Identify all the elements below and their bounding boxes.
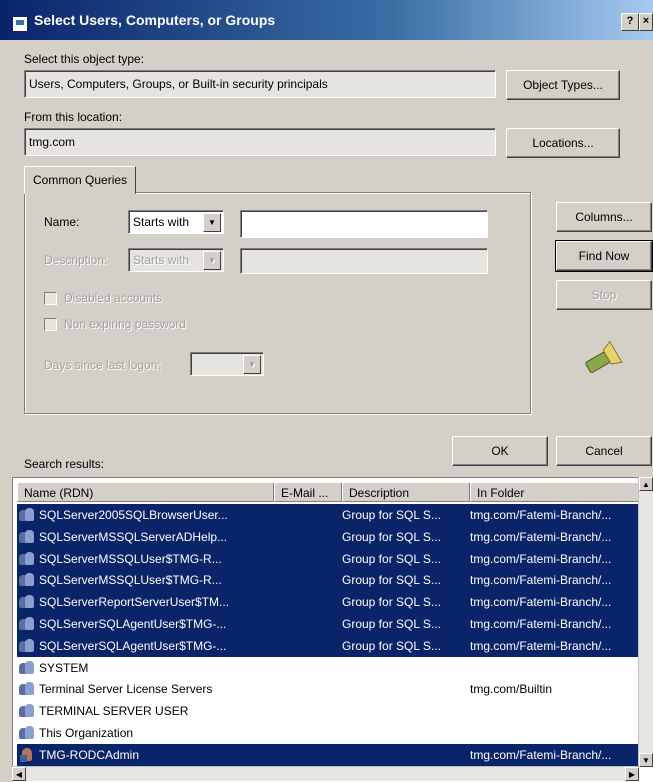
cell-folder: tmg.com/Fatemi-Branch/...	[470, 747, 612, 762]
user-icon	[19, 747, 35, 762]
group-icon	[19, 617, 35, 631]
cell-name: SQLServerMSSQLUser$TMG-R...	[39, 551, 222, 566]
object-types-button[interactable]: Object Types...	[506, 70, 620, 100]
cell-name: This Organization	[39, 726, 134, 740]
disabled-accounts-checkbox[interactable]	[44, 292, 57, 305]
description-label: Description:	[44, 253, 108, 267]
vertical-scrollbar[interactable]: ▲ ▼	[638, 477, 653, 767]
scroll-right-icon[interactable]: ▶	[625, 767, 639, 781]
search-flashlight-icon	[585, 340, 623, 373]
result-row[interactable]: This Organization	[17, 722, 645, 744]
days-since-logon-select[interactable]: ▼	[190, 352, 264, 376]
object-type-field: Users, Computers, Groups, or Built-in se…	[24, 70, 496, 98]
cell-folder: tmg.com/Fatemi-Branch/...	[470, 551, 612, 566]
non-expiring-checkbox[interactable]	[44, 318, 57, 331]
cell-description: Group for SQL S...	[342, 617, 441, 631]
result-row[interactable]: TMG-RODCAdmin tmg.com/Fatemi-Branch/...	[17, 743, 645, 766]
column-header-name[interactable]: Name (RDN)	[17, 482, 274, 502]
group-icon	[19, 595, 35, 609]
group-icon	[19, 682, 35, 696]
column-header-folder[interactable]: In Folder	[470, 482, 642, 502]
search-results-label: Search results:	[24, 457, 105, 471]
find-now-button[interactable]: Find Now	[555, 240, 653, 272]
cell-name: SQLServerSQLAgentUser$TMG-...	[39, 617, 227, 631]
cell-name: SQLServerMSSQLServerADHelp...	[39, 529, 228, 544]
result-row[interactable]: SQLServerReportServerUser$TM... Group for…	[17, 591, 645, 614]
search-results-list[interactable]: Name (RDN) E-Mail ... Description In Fol…	[12, 477, 653, 782]
help-button[interactable]: ?	[621, 13, 639, 31]
ok-button[interactable]: OK	[452, 436, 548, 466]
locations-button[interactable]: Locations...	[506, 128, 620, 158]
non-expiring-label: Non expiring password	[64, 317, 187, 331]
cell-name: SQLServerReportServerUser$TM...	[39, 595, 230, 610]
location-label: From this location:	[24, 110, 123, 124]
stop-button[interactable]: Stop	[556, 280, 652, 310]
cell-description: Group for SQL S...	[342, 551, 441, 566]
description-mode-value: Starts with	[133, 253, 190, 267]
dialog-icon	[12, 16, 28, 32]
cell-folder: tmg.com/Fatemi-Branch/...	[470, 638, 612, 653]
cell-name: SQLServerMSSQLUser$TMG-R...	[39, 573, 222, 588]
result-row[interactable]: SQLServer2005SQLBrowserUser... Group for …	[17, 504, 645, 526]
cell-name: SQLServer2005SQLBrowserUser...	[39, 508, 228, 522]
cell-name: TERMINAL SERVER USER	[39, 704, 189, 719]
name-mode-value: Starts with	[133, 215, 190, 229]
name-label: Name:	[44, 215, 80, 229]
cell-folder: tmg.com/Fatemi-Branch/...	[470, 529, 612, 544]
object-type-label: Select this object type:	[24, 52, 145, 66]
cell-name: TMG-RODCAdmin	[39, 747, 140, 762]
cell-description: Group for SQL S...	[342, 638, 441, 653]
group-icon	[19, 508, 35, 522]
scroll-up-icon[interactable]: ▲	[639, 477, 653, 491]
result-row[interactable]: Terminal Server License Servers tmg.com/B…	[17, 678, 645, 700]
group-icon	[19, 573, 35, 587]
cell-name: SQLServerSQLAgentUser$TMG-...	[39, 638, 227, 653]
chevron-down-icon: ▼	[243, 355, 261, 374]
cell-description: Group for SQL S...	[342, 508, 441, 522]
cancel-button[interactable]: Cancel	[556, 436, 652, 466]
tab-common-queries[interactable]: Common Queries	[24, 166, 137, 194]
days-since-logon-label: Days since last logon:	[44, 358, 161, 372]
dialog-title: Select Users, Computers, or Groups	[34, 12, 276, 28]
result-row[interactable]: SQLServerSQLAgentUser$TMG-... Group for S…	[17, 634, 645, 657]
cell-folder: tmg.com/Fatemi-Branch/...	[470, 508, 612, 522]
group-icon	[19, 704, 35, 718]
description-input[interactable]	[240, 248, 488, 274]
column-header-email[interactable]: E-Mail ...	[274, 482, 342, 502]
group-icon	[19, 529, 35, 544]
scroll-left-icon[interactable]: ◀	[12, 767, 26, 781]
location-field: tmg.com	[24, 128, 496, 156]
description-mode-select[interactable]: Starts with ▼	[128, 248, 224, 272]
cell-folder: tmg.com/Fatemi-Branch/...	[470, 617, 612, 631]
cell-folder: tmg.com/Fatemi-Branch/...	[470, 595, 612, 610]
result-row[interactable]: SQLServerMSSQLServerADHelp... Group for S…	[17, 525, 645, 548]
cell-description: Group for SQL S...	[342, 595, 441, 610]
cell-folder: tmg.com/Fatemi-Branch/...	[470, 573, 612, 588]
cell-folder: tmg.com/Builtin	[470, 682, 553, 697]
group-icon	[19, 726, 35, 740]
chevron-down-icon: ▼	[203, 213, 221, 232]
group-icon	[19, 551, 35, 566]
cell-description: Group for SQL S...	[342, 573, 441, 588]
result-row[interactable]: SQLServerMSSQLUser$TMG-R... Group for SQL…	[17, 547, 645, 570]
name-mode-select[interactable]: Starts with ▼	[128, 210, 224, 234]
group-icon	[19, 660, 35, 675]
result-row[interactable]: TERMINAL SERVER USER	[17, 700, 645, 722]
name-input[interactable]	[240, 210, 488, 238]
result-row[interactable]: SQLServerMSSQLUser$TMG-R... Group for SQL…	[17, 569, 645, 592]
group-icon	[19, 638, 35, 653]
cell-name: SYSTEM	[39, 660, 89, 675]
horizontal-scrollbar[interactable]: ◀ ▶	[12, 766, 639, 781]
columns-button[interactable]: Columns...	[556, 202, 652, 232]
result-row[interactable]: SQLServerSQLAgentUser$TMG-... Group for S…	[17, 613, 645, 635]
disabled-accounts-label: Disabled accounts	[64, 291, 163, 305]
close-button[interactable]: ×	[639, 13, 653, 31]
column-header-description[interactable]: Description	[342, 482, 470, 502]
cell-name: Terminal Server License Servers	[39, 682, 213, 697]
chevron-down-icon: ▼	[203, 251, 221, 270]
scroll-down-icon[interactable]: ▼	[639, 753, 653, 767]
result-row[interactable]: SYSTEM	[17, 657, 645, 679]
cell-description: Group for SQL S...	[342, 529, 441, 544]
